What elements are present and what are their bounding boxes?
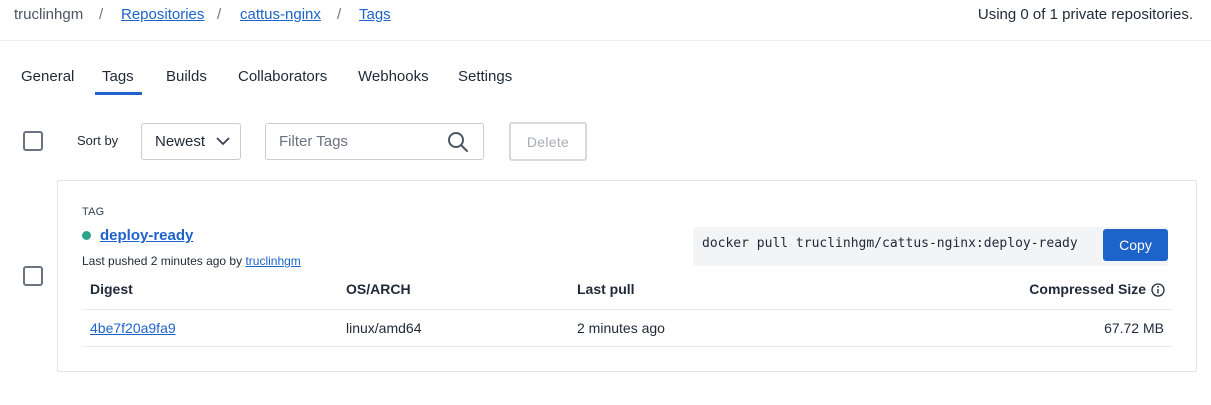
table-header-divider xyxy=(82,309,1172,310)
digest-link[interactable]: 4be7f20a9fa9 xyxy=(90,320,176,336)
breadcrumb-owner: truclinhgm xyxy=(14,6,84,23)
column-header-os-arch: OS/ARCH xyxy=(346,281,411,297)
pull-command-box: docker pull truclinhgm/cattus-nginx:depl… xyxy=(693,227,1168,266)
delete-button[interactable]: Delete xyxy=(509,122,587,161)
tag-name-link[interactable]: deploy-ready xyxy=(100,227,193,244)
tag-card xyxy=(57,180,1197,372)
last-pushed-text: Last pushed 2 minutes ago by xyxy=(82,254,246,268)
tab-general[interactable]: General xyxy=(21,68,74,85)
compressed-size-cell: 67.72 MB xyxy=(1104,320,1164,336)
column-header-last-pull: Last pull xyxy=(577,281,635,297)
column-header-digest: Digest xyxy=(90,281,133,297)
tab-collaborators[interactable]: Collaborators xyxy=(238,68,327,85)
tag-status-dot xyxy=(82,231,91,240)
tab-webhooks[interactable]: Webhooks xyxy=(358,68,429,85)
copy-button[interactable]: Copy xyxy=(1103,229,1168,261)
pull-command-text[interactable]: docker pull truclinhgm/cattus-nginx:depl… xyxy=(702,236,1078,251)
chevron-down-icon xyxy=(216,137,230,146)
breadcrumb-current-tags[interactable]: Tags xyxy=(359,6,391,23)
column-header-compressed-size: Compressed Size xyxy=(1029,281,1146,297)
last-pushed-info: Last pushed 2 minutes ago by truclinhgm xyxy=(82,254,301,268)
os-arch-cell: linux/amd64 xyxy=(346,320,422,336)
last-pull-cell: 2 minutes ago xyxy=(577,320,665,336)
breadcrumb-separator: / xyxy=(99,6,104,23)
sort-select-value: Newest xyxy=(155,133,206,150)
tab-tags[interactable]: Tags xyxy=(102,68,134,85)
breadcrumb-separator: / xyxy=(337,6,342,23)
sort-select[interactable]: Newest xyxy=(141,123,241,160)
private-repo-usage: Using 0 of 1 private repositories. xyxy=(977,6,1193,23)
select-all-checkbox[interactable] xyxy=(23,131,43,151)
table-row-divider xyxy=(82,346,1172,347)
tab-builds[interactable]: Builds xyxy=(166,68,207,85)
active-tab-indicator xyxy=(95,92,142,95)
info-icon[interactable] xyxy=(1151,283,1165,297)
breadcrumb-repositories-link[interactable]: Repositories xyxy=(121,6,204,23)
tag-caption: TAG xyxy=(82,206,105,218)
search-icon[interactable] xyxy=(447,131,469,153)
breadcrumb-separator: / xyxy=(217,6,222,23)
sort-label: Sort by xyxy=(77,133,119,148)
breadcrumb-repo-link[interactable]: cattus-nginx xyxy=(240,6,321,23)
tag-row-checkbox[interactable] xyxy=(23,266,43,286)
pushed-by-user-link[interactable]: truclinhgm xyxy=(245,254,300,268)
tab-settings[interactable]: Settings xyxy=(458,68,512,85)
